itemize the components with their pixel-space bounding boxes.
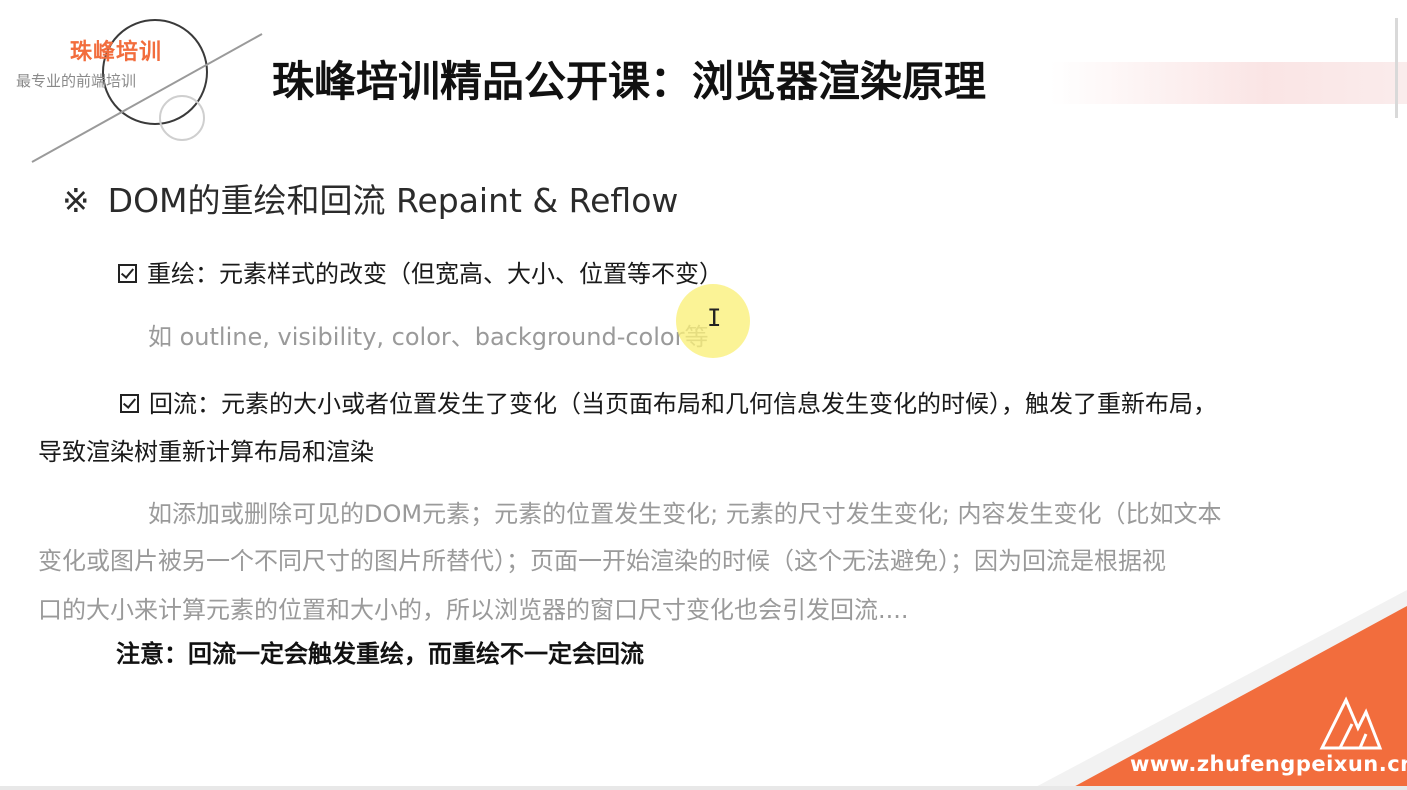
footer-corner-decoration xyxy=(1030,590,1407,790)
footer-url: www.zhufengpeixun.cn xyxy=(1130,752,1407,776)
slide: 珠峰培训 最专业的前端培训 珠峰培训精品公开课：浏览器渲染原理 ※ DOM的重绘和… xyxy=(0,0,1407,790)
bottom-border xyxy=(0,786,1407,790)
